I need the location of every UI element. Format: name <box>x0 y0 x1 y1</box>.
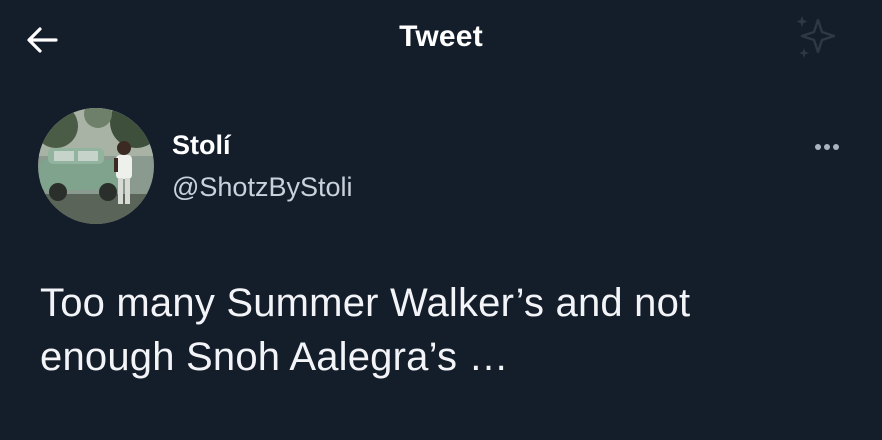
tweet-text-line: enough Snoh Aalegra’s … <box>40 335 509 379</box>
more-options-dot <box>833 144 839 150</box>
page-title: Tweet <box>399 20 483 53</box>
sparkle-icon <box>796 16 836 58</box>
tweet-text-line: Too many Summer Walker’s and not <box>40 281 691 325</box>
display-name[interactable]: Stolí <box>172 130 231 161</box>
top-bar: Tweet <box>0 0 882 80</box>
profile-photo <box>38 108 154 224</box>
more-options-button[interactable] <box>806 132 846 160</box>
tweet-screen: Tweet Stolí @ShotzByStoli Too many Summe… <box>0 0 882 440</box>
user-handle[interactable]: @ShotzByStoli <box>172 172 352 203</box>
more-options-dot <box>824 144 830 150</box>
timeline-settings-button[interactable] <box>790 12 846 64</box>
tweet-text: Too many Summer Walker’s and not enough … <box>40 276 840 384</box>
avatar[interactable] <box>38 108 154 224</box>
more-options-icon <box>815 144 821 150</box>
